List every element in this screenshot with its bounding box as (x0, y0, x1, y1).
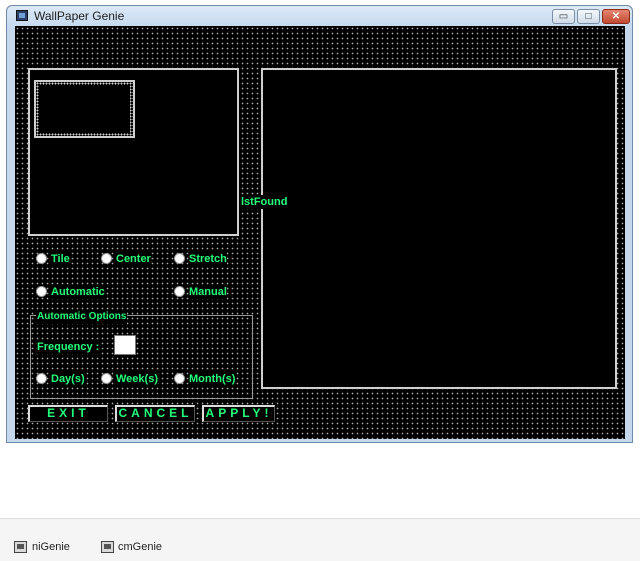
found-list[interactable] (261, 68, 617, 389)
frequency-label: Frequency : (37, 340, 100, 354)
cancel-button[interactable]: CANCEL (115, 405, 195, 422)
automatic-label[interactable]: Automatic (51, 285, 105, 299)
window-title: WallPaper Genie (34, 9, 125, 23)
frequency-input[interactable] (114, 335, 136, 355)
wallpaper-thumbnail[interactable] (34, 80, 135, 138)
center-radio[interactable] (101, 253, 112, 264)
taskbar-item-cmgenie[interactable]: cmGenie (118, 541, 162, 553)
apply-button[interactable]: APPLY! (202, 405, 275, 422)
tile-radio[interactable] (36, 253, 47, 264)
app-icon (101, 541, 114, 553)
weeks-radio[interactable] (101, 373, 112, 384)
app-icon (16, 10, 28, 21)
weeks-label[interactable]: Week(s) (116, 372, 158, 386)
months-radio[interactable] (174, 373, 185, 384)
days-radio[interactable] (36, 373, 47, 384)
exit-button[interactable]: EXIT (28, 405, 108, 422)
stretch-radio[interactable] (174, 253, 185, 264)
minimize-button[interactable]: ▭ (552, 9, 575, 24)
app-icon (14, 541, 27, 553)
client-area: lstFound Tile Center Stretch Automatic M… (15, 26, 625, 439)
preview-panel (28, 68, 239, 236)
center-label[interactable]: Center (116, 252, 151, 266)
title-bar[interactable]: WallPaper Genie ▭ □ ✕ (7, 6, 632, 28)
taskbar: niGenie cmGenie (0, 518, 640, 561)
automatic-radio[interactable] (36, 286, 47, 297)
automatic-options-title: Automatic Options (36, 310, 128, 324)
stretch-label[interactable]: Stretch (189, 252, 227, 266)
manual-label[interactable]: Manual (189, 285, 227, 299)
close-button[interactable]: ✕ (602, 9, 630, 24)
tile-label[interactable]: Tile (51, 252, 70, 266)
manual-radio[interactable] (174, 286, 185, 297)
wallpaper-genie-window: WallPaper Genie ▭ □ ✕ lstFound Tile Cent… (6, 5, 633, 443)
days-label[interactable]: Day(s) (51, 372, 85, 386)
taskbar-item-nigenie[interactable]: niGenie (32, 541, 70, 553)
maximize-button[interactable]: □ (577, 9, 600, 24)
automatic-options-group (30, 315, 253, 399)
found-list-label: lstFound (241, 195, 288, 209)
months-label[interactable]: Month(s) (189, 372, 236, 386)
